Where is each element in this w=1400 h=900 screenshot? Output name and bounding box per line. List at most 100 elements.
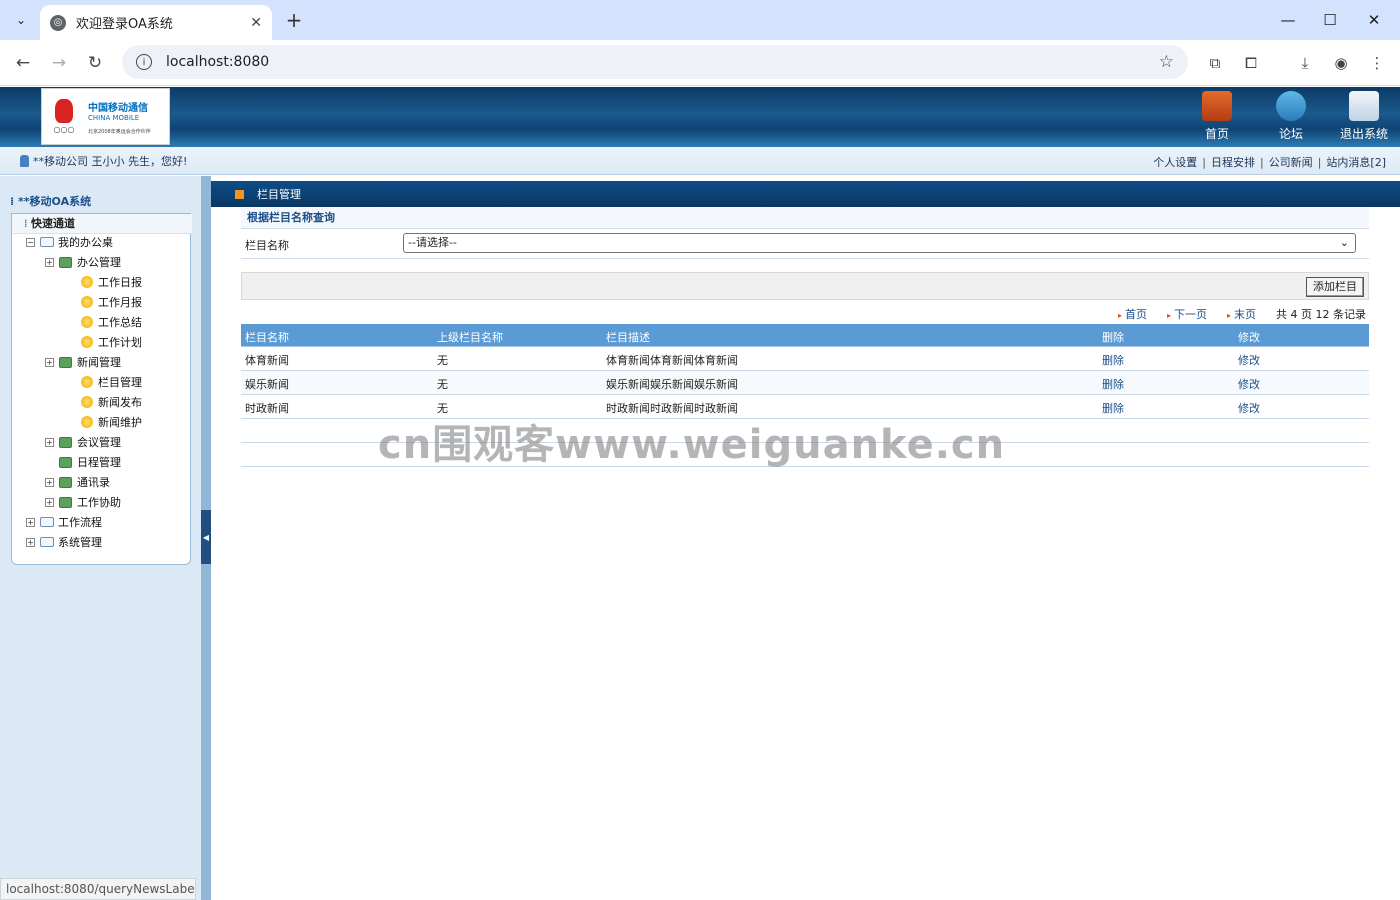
tree-node-schedule[interactable]: 日程管理 [59,453,121,471]
screenshot-icon[interactable]: ⧉ [1204,52,1226,74]
tree-label: 会议管理 [77,436,121,449]
dancing-beijing-emblem [55,99,73,123]
expand-icon[interactable]: + [45,437,54,447]
site-info-icon[interactable]: i [136,54,152,70]
table-header: 栏目名称 上级栏目名称 栏目描述 删除 修改 [241,324,1369,347]
tree-label: 我的办公桌 [58,236,113,249]
tree-node-summary[interactable]: 工作总结 [81,313,142,331]
tree-node-publish[interactable]: 新闻发布 [81,393,142,411]
sidebar-splitter[interactable]: ◀ [201,176,211,900]
beijing-olympics-logo: ○○○ [42,89,86,144]
close-tab-icon[interactable]: ✕ [250,15,262,31]
tree-node-desk[interactable]: − 我的办公桌 [26,233,113,251]
address-url[interactable]: localhost:8080 [166,54,269,70]
expand-icon[interactable]: + [26,537,35,547]
tree-node-monthly-report[interactable]: 工作月报 [81,293,142,311]
browser-tab[interactable]: ◎ 欢迎登录OA系统 ✕ [40,5,272,40]
query-section-title: 根据栏目名称查询 [241,207,1369,229]
extensions-icon[interactable]: ⧠ [1240,52,1262,74]
tree-label: 新闻发布 [98,396,142,409]
expand-icon[interactable]: + [45,257,54,267]
close-window-button[interactable]: ✕ [1354,6,1394,34]
chevron-down-icon: ⌄ [1339,236,1349,249]
pager-summary: 共 4 页 12 条记录 [1276,308,1366,321]
delete-link[interactable]: 删除 [1102,400,1124,416]
home-icon [1202,91,1232,121]
back-button[interactable]: ← [10,50,36,76]
browser-tab-strip: ⌄ ◎ 欢迎登录OA系统 ✕ + — ☐ ✕ [0,0,1400,40]
nav-forum[interactable]: 论坛 [1261,91,1321,145]
tree-node-assist[interactable]: + 工作协助 [45,493,121,511]
pager-next[interactable]: 下一页 [1167,306,1207,322]
tree-node-plan[interactable]: 工作计划 [81,333,142,351]
tree-label: 工作流程 [58,516,102,529]
logo-partner-text: 北京2008年奥运会合作伙伴 [88,128,151,135]
tree-node-office[interactable]: + 办公管理 [45,253,121,271]
collapse-icon[interactable]: − [26,237,35,247]
folder-icon [40,537,54,547]
column-name-select[interactable]: --请选择-- ⌄ [403,233,1356,253]
module-icon [59,356,72,368]
tree-label: 工作协助 [77,496,121,509]
tree-node-contacts[interactable]: + 通讯录 [45,473,110,491]
tree-label: 通讯录 [77,476,110,489]
cell-name: 体育新闻 [245,354,289,367]
add-column-button[interactable]: 添加栏目 [1306,277,1364,297]
link-schedule[interactable]: 日程安排 [1211,156,1255,169]
tree-node-meeting[interactable]: + 会议管理 [45,433,121,451]
edit-link[interactable]: 修改 [1238,352,1260,368]
delete-link[interactable]: 删除 [1102,352,1124,368]
expand-icon[interactable]: + [45,477,54,487]
nav-exit[interactable]: 退出系统 [1334,91,1394,145]
nav-home[interactable]: 首页 [1187,91,1247,145]
tree-node-system[interactable]: + 系统管理 [26,533,102,551]
link-messages[interactable]: 站内消息[2] [1326,156,1386,169]
tree-node-news[interactable]: + 新闻管理 [45,353,121,371]
link-company-news[interactable]: 公司新闻 [1269,156,1313,169]
nav-home-label: 首页 [1204,127,1229,141]
item-icon [81,296,93,308]
item-icon [81,276,93,288]
expand-icon[interactable]: + [26,517,35,527]
item-icon [81,416,93,428]
tree-node-column[interactable]: 栏目管理 [81,373,142,391]
edit-link[interactable]: 修改 [1238,376,1260,392]
tree-node-workflow[interactable]: + 工作流程 [26,513,102,531]
reload-button[interactable]: ↻ [82,50,108,76]
quick-access-header[interactable]: 快速通道 [12,214,192,234]
pagination: 首页 下一页 末页 共 4 页 12 条记录 [1118,306,1366,322]
status-url-bar: localhost:8080/queryNewsLabel [0,878,196,900]
page-title-bar: 栏目管理 [211,181,1400,207]
tree-label: 工作总结 [98,316,142,329]
globe-icon: ◎ [50,14,66,31]
bookmark-star-icon[interactable]: ☆ [1159,52,1174,72]
tree-node-maintain[interactable]: 新闻维护 [81,413,142,431]
minimize-button[interactable]: — [1268,6,1308,34]
folder-icon [40,237,54,247]
pager-last[interactable]: 末页 [1227,306,1256,322]
watermark: cn围观客www.weiguanke.cn [378,422,1006,468]
tree-node-daily-report[interactable]: 工作日报 [81,273,142,291]
menu-icon[interactable]: ⋮ [1366,52,1388,74]
address-bar[interactable]: i localhost:8080 ☆ [122,45,1188,79]
expand-icon[interactable]: + [45,357,54,367]
module-icon [59,456,72,468]
download-icon[interactable]: ⤓ [1294,52,1316,74]
module-icon [59,256,72,268]
forward-button[interactable]: → [46,50,72,76]
china-mobile-logo: 中国移动通信 CHINA MOBILE 北京2008年奥运会合作伙伴 [86,89,169,144]
expand-icon[interactable]: + [45,497,54,507]
app-banner: ○○○ 中国移动通信 CHINA MOBILE 北京2008年奥运会合作伙伴 首… [0,87,1400,147]
collapse-sidebar-icon[interactable]: ◀ [201,510,211,564]
page-title: 栏目管理 [257,188,301,201]
link-personal-settings[interactable]: 个人设置 [1153,156,1197,169]
maximize-button[interactable]: ☐ [1310,6,1350,34]
user-greeting: **移动公司 王小小 先生，您好! [33,154,188,168]
tab-search-button[interactable]: ⌄ [8,7,34,33]
new-tab-button[interactable]: + [282,8,306,32]
header-edit: 修改 [1238,331,1260,344]
pager-first[interactable]: 首页 [1118,306,1147,322]
profile-icon[interactable]: ◉ [1330,52,1352,74]
delete-link[interactable]: 删除 [1102,376,1124,392]
edit-link[interactable]: 修改 [1238,400,1260,416]
